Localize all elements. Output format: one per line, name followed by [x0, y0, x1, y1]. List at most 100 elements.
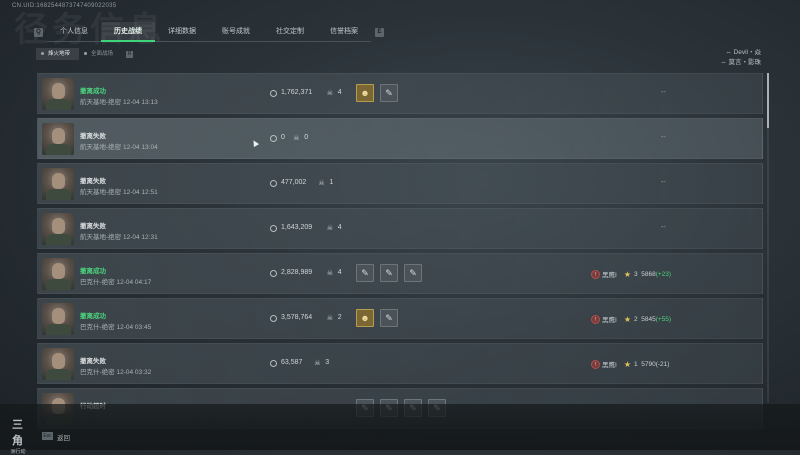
rank-delta: (-21) — [655, 360, 670, 368]
match-row[interactable]: 撤离失败 巴克什-绝密 12-04 03:32 63,587 ☠ 3 ! 黑鹰I ★ 1 579… — [37, 343, 763, 384]
skull-icon: ☠ — [326, 90, 334, 97]
skull-icon: ☠ — [293, 135, 300, 142]
match-map: 航天基地-绝密 — [80, 189, 122, 196]
rank-delta: (+23) — [655, 270, 672, 278]
tab-4[interactable]: 社交定制 — [263, 22, 317, 42]
item-icon[interactable]: ✎ — [380, 84, 398, 102]
subtab-0[interactable]: 烽火地带 — [36, 48, 80, 60]
tab-5[interactable]: 信誉档案 — [317, 22, 371, 42]
subtab-label: 全面战场 — [91, 51, 114, 57]
kill-count: 4 — [337, 269, 342, 276]
empty-rank: -- — [661, 179, 666, 186]
tab-1[interactable]: 历史战绩 — [101, 22, 155, 42]
next-tab-key[interactable]: E — [375, 27, 384, 37]
back-button[interactable]: 返回 — [57, 432, 70, 442]
match-row[interactable]: 撤离成功 巴克什-绝密 12-04 04:17 2,828,989 ☠ 4 ✎ ✎ ✎! 黑鹰I… — [37, 253, 763, 294]
rank-info: ! 黑鹰I ★ 2 5845 (+55) — [591, 314, 671, 324]
rank-delta: (+55) — [655, 315, 672, 323]
skull-icon: ☠ — [318, 180, 325, 187]
item-icon[interactable]: ✎ — [356, 264, 374, 282]
match-map: 巴克什-绝密 — [80, 279, 115, 286]
subtab-1[interactable]: 全面战场 — [79, 48, 122, 60]
coin-icon — [270, 135, 277, 142]
coin-icon — [270, 180, 277, 187]
top-tab-bar: Q 个人信息 历史战绩 详细数据 账号成就 社交定制 信誉档案 E — [34, 22, 398, 42]
scrollbar[interactable] — [767, 73, 769, 403]
match-time: 12-04 13:13 — [122, 99, 158, 106]
match-time: 12-04 12:51 — [122, 189, 158, 196]
rank-tier: 黑鹰I — [602, 317, 617, 324]
skull-icon: ☠ — [326, 315, 334, 322]
star-icon: ★ — [623, 359, 631, 369]
tab-0[interactable]: 个人信息 — [47, 22, 101, 42]
tab-3[interactable]: 账号成就 — [209, 22, 263, 42]
rank-score: 5845 — [641, 315, 656, 323]
match-time: 12-04 12:31 — [122, 234, 158, 241]
skull-icon: ☠ — [314, 360, 321, 367]
item-icon[interactable]: ✎ — [380, 264, 398, 282]
subtab-label: 烽火地带 — [48, 51, 71, 57]
squad-name-1[interactable]: ⇔ Devil・焱 — [720, 48, 761, 58]
player-uid: CN.UID:1682544873747409022035 — [12, 3, 117, 9]
avatar-head — [52, 353, 65, 369]
avatar-body — [46, 189, 71, 200]
kill-count: 4 — [337, 224, 342, 231]
coin-icon — [270, 315, 277, 322]
rank-score: 5868 — [641, 270, 656, 278]
tab-list: 个人信息 历史战绩 详细数据 账号成就 社交定制 信誉档案 — [47, 22, 371, 42]
star-icon: ★ — [623, 269, 631, 279]
avatar — [42, 348, 74, 380]
loot-value: 63,587 — [281, 359, 303, 366]
match-row[interactable]: 撤离失败 航天基地-绝密 12-04 13:04 0 ☠ 0 -- — [37, 118, 763, 159]
coin-icon — [270, 90, 277, 97]
match-status: 撤离失败 — [80, 358, 106, 365]
match-status: 撤离失败 — [80, 133, 106, 140]
kill-count: 4 — [337, 89, 342, 96]
rank-icon: ! — [591, 314, 600, 324]
tab-2[interactable]: 详细数据 — [155, 22, 209, 42]
coin-icon — [270, 225, 277, 232]
empty-rank: -- — [661, 134, 666, 141]
loot-value: 1,643,209 — [281, 224, 313, 231]
loot-value: 0 — [281, 134, 285, 141]
medal-icon[interactable]: ☻ — [356, 309, 374, 327]
match-map-time: 航天基地-绝密 12-04 12:51 — [80, 186, 158, 196]
game-logo: 三角 洲行动 — [10, 419, 26, 455]
scrollbar-thumb[interactable] — [767, 73, 769, 128]
avatar — [42, 303, 74, 335]
skull-icon: ☠ — [326, 225, 334, 232]
mode-icon — [84, 52, 88, 55]
avatar-body — [46, 324, 71, 335]
match-time: 12-04 04:17 — [116, 279, 152, 286]
rank-tier: 黑鹰I — [602, 272, 617, 279]
medal-icon[interactable]: ☻ — [356, 84, 374, 102]
kill-count: 0 — [304, 134, 309, 141]
match-row[interactable]: 撤离成功 巴克什-绝密 12-04 03:45 3,578,764 ☠ 2 ☻ ✎! 黑鹰I ★… — [37, 298, 763, 339]
match-row[interactable]: 撤离成功 航天基地-绝密 12-04 13:13 1,762,371 ☠ 4 ☻ ✎ -- — [37, 73, 763, 114]
avatar — [42, 78, 74, 110]
kill-count: 3 — [325, 359, 330, 366]
squad-names: ⇔ Devil・焱 ⇔ 莫言・影珠 — [720, 48, 761, 68]
squad-name-2[interactable]: ⇔ 莫言・影珠 — [720, 58, 761, 68]
match-row[interactable]: 撤离失败 航天基地-绝密 12-04 12:31 1,643,209 ☠ 4 -- — [37, 208, 763, 249]
avatar-body — [46, 369, 71, 380]
star-icon: ★ — [623, 314, 631, 324]
prev-tab-key[interactable]: Q — [34, 27, 43, 37]
avatar — [42, 258, 74, 290]
item-icon[interactable]: ✎ — [404, 264, 422, 282]
match-status: 撤离失败 — [80, 223, 106, 230]
match-status: 撤离成功 — [80, 313, 106, 320]
mode-icon — [41, 52, 44, 55]
match-map: 航天基地-绝密 — [80, 99, 122, 106]
link-icon: ⇔ — [720, 59, 729, 66]
rank-info: ! 黑鹰I ★ 1 5790 (-21) — [591, 359, 669, 369]
item-icon[interactable]: ✎ — [380, 309, 398, 327]
bottom-bar — [0, 404, 800, 450]
rank-info: ! 黑鹰I ★ 3 5868 (+23) — [591, 269, 671, 279]
match-map: 巴克什-绝密 — [80, 324, 115, 331]
match-map-time: 巴克什-绝密 12-04 03:32 — [80, 366, 151, 376]
subtab-switch-key[interactable]: R — [126, 50, 134, 58]
coin-icon — [270, 360, 277, 367]
esc-key[interactable]: Esc — [42, 432, 53, 440]
match-row[interactable]: 撤离失败 航天基地-绝密 12-04 12:51 477,002 ☠ 1 -- — [37, 163, 763, 204]
